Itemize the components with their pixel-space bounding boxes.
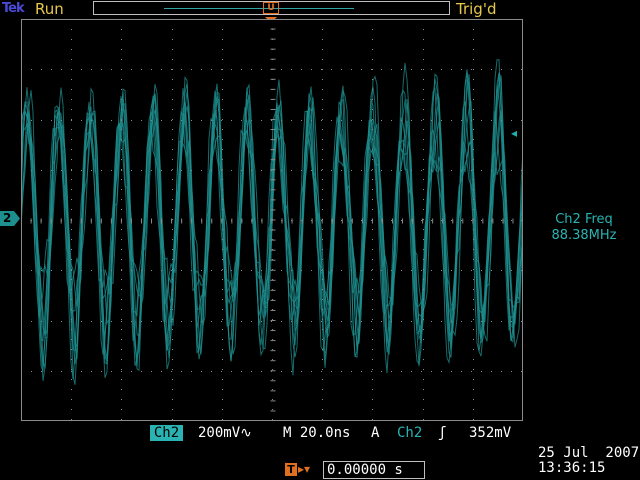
trigger-t-small-icon: T xyxy=(285,463,297,476)
time-text: 13:36:15 xyxy=(538,460,606,476)
ch2-ground-marker[interactable]: 2 xyxy=(0,211,20,226)
graticule-and-trace xyxy=(21,19,523,421)
trigger-level[interactable]: 352mV xyxy=(469,425,511,441)
trigger-level-arrow-icon[interactable]: ◂ xyxy=(511,126,521,140)
trigger-source[interactable]: Ch2 xyxy=(397,425,422,441)
record-trigger-marker: U xyxy=(263,2,279,14)
date-text: 25 Jul 2007 xyxy=(538,445,640,461)
ac-coupling-icon: ∿ xyxy=(240,425,252,441)
record-view-bar: U xyxy=(93,1,450,15)
horizontal-timebase[interactable]: M 20.0ns xyxy=(283,425,350,441)
trigger-state: Trig'd xyxy=(456,0,497,18)
horizontal-position-indicator: T ▸▾ xyxy=(285,462,313,478)
measurement-value: 88.38MHz xyxy=(551,228,617,243)
acquisition-state[interactable]: Run xyxy=(35,0,64,18)
top-status-bar: Tek Run U Trig'd xyxy=(0,0,640,19)
ch2-channel-label[interactable]: Ch2 xyxy=(150,425,183,441)
date-time-display: 25 Jul 2007 13:36:15 xyxy=(538,446,639,476)
trigger-mode: A xyxy=(371,425,380,441)
tek-logo: Tek xyxy=(2,1,25,16)
ch2-vertical-scale[interactable]: 200mV∿ xyxy=(198,425,252,441)
measurement-label: Ch2 Freq xyxy=(555,212,613,227)
position-arrow-icon: ▸▾ xyxy=(298,462,311,476)
record-waveform-line xyxy=(164,8,354,9)
scale-value: 200mV xyxy=(198,425,241,441)
rising-slope-icon: ʃ xyxy=(438,425,447,441)
waveform-display[interactable] xyxy=(21,19,523,421)
measurement-readout: Ch2 Freq 88.38MHz xyxy=(528,212,640,244)
horizontal-delay-field[interactable]: 0.00000 s xyxy=(323,461,425,479)
